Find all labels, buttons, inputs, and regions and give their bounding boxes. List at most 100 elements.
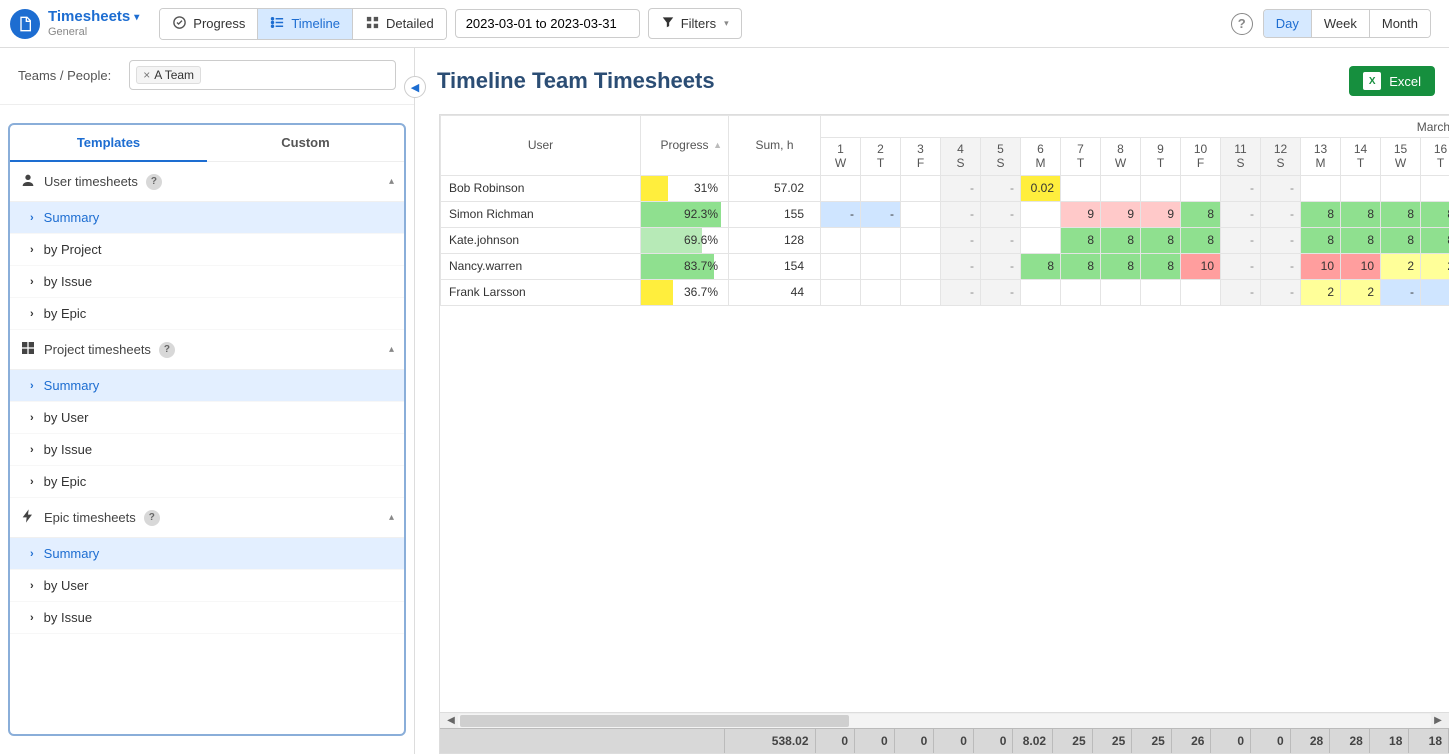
day-cell[interactable] bbox=[1421, 175, 1449, 201]
day-button[interactable]: Day bbox=[1264, 10, 1312, 37]
user-cell[interactable]: Bob Robinson bbox=[441, 175, 641, 201]
day-cell[interactable] bbox=[1301, 175, 1341, 201]
template-item[interactable]: ›by Issue bbox=[10, 266, 404, 298]
day-cell[interactable]: - bbox=[1261, 201, 1301, 227]
day-cell[interactable]: - bbox=[941, 253, 981, 279]
day-cell[interactable]: - bbox=[1261, 227, 1301, 253]
timeline-view-button[interactable]: Timeline bbox=[258, 9, 353, 39]
day-header[interactable]: 15W bbox=[1381, 138, 1421, 176]
template-item[interactable]: ›by Epic bbox=[10, 298, 404, 330]
scroll-left-icon[interactable]: ◀ bbox=[444, 715, 458, 726]
day-cell[interactable]: 8 bbox=[1421, 227, 1449, 253]
day-cell[interactable]: 8 bbox=[1101, 227, 1141, 253]
date-range-input[interactable] bbox=[455, 9, 640, 38]
template-item[interactable]: ›by User bbox=[10, 402, 404, 434]
day-cell[interactable] bbox=[1021, 227, 1061, 253]
user-cell[interactable]: Kate.johnson bbox=[441, 227, 641, 253]
day-header[interactable]: 7T bbox=[1061, 138, 1101, 176]
help-button[interactable]: ? bbox=[1231, 13, 1253, 35]
day-cell[interactable] bbox=[821, 227, 861, 253]
day-cell[interactable] bbox=[861, 253, 901, 279]
user-cell[interactable]: Frank Larsson bbox=[441, 279, 641, 305]
day-cell[interactable] bbox=[1021, 279, 1061, 305]
day-cell[interactable]: - bbox=[1221, 201, 1261, 227]
day-cell[interactable]: - bbox=[941, 279, 981, 305]
teams-input[interactable]: × A Team bbox=[129, 60, 396, 90]
day-cell[interactable] bbox=[861, 175, 901, 201]
template-item[interactable]: ›by Issue bbox=[10, 602, 404, 634]
template-item[interactable]: ›Summary bbox=[10, 370, 404, 402]
day-cell[interactable]: 10 bbox=[1341, 253, 1381, 279]
template-item[interactable]: ›by Epic bbox=[10, 466, 404, 498]
filters-button[interactable]: Filters ▾ bbox=[648, 8, 742, 39]
template-item[interactable]: ›by User bbox=[10, 570, 404, 602]
horizontal-scrollbar[interactable]: ◀ ▶ bbox=[440, 712, 1449, 728]
day-cell[interactable]: - bbox=[941, 175, 981, 201]
day-header[interactable]: 4S bbox=[941, 138, 981, 176]
day-cell[interactable] bbox=[1181, 175, 1221, 201]
user-cell[interactable]: Nancy.warren bbox=[441, 253, 641, 279]
remove-tag-icon[interactable]: × bbox=[143, 68, 150, 82]
day-cell[interactable]: 8 bbox=[1301, 201, 1341, 227]
day-cell[interactable]: - bbox=[861, 201, 901, 227]
help-icon[interactable]: ? bbox=[144, 510, 160, 526]
day-cell[interactable]: - bbox=[1221, 253, 1261, 279]
help-icon[interactable]: ? bbox=[146, 174, 162, 190]
day-header[interactable]: 2T bbox=[861, 138, 901, 176]
day-cell[interactable] bbox=[1101, 279, 1141, 305]
day-cell[interactable]: - bbox=[1381, 279, 1421, 305]
export-excel-button[interactable]: X Excel bbox=[1349, 66, 1435, 96]
day-cell[interactable] bbox=[901, 201, 941, 227]
user-cell[interactable]: Simon Richman bbox=[441, 201, 641, 227]
day-cell[interactable]: - bbox=[981, 279, 1021, 305]
collapse-sidebar-button[interactable]: ◀ bbox=[404, 76, 426, 98]
col-user[interactable]: User bbox=[441, 116, 641, 176]
day-header[interactable]: 10F bbox=[1181, 138, 1221, 176]
day-cell[interactable]: 8 bbox=[1141, 253, 1181, 279]
day-cell[interactable] bbox=[1141, 175, 1181, 201]
day-cell[interactable]: 8 bbox=[1381, 227, 1421, 253]
day-header[interactable]: 14T bbox=[1341, 138, 1381, 176]
day-cell[interactable] bbox=[1061, 279, 1101, 305]
day-cell[interactable]: 8 bbox=[1061, 253, 1101, 279]
day-cell[interactable]: - bbox=[981, 175, 1021, 201]
template-item[interactable]: ›Summary bbox=[10, 538, 404, 570]
day-cell[interactable]: - bbox=[941, 201, 981, 227]
day-cell[interactable] bbox=[901, 227, 941, 253]
day-cell[interactable]: - bbox=[1261, 279, 1301, 305]
day-cell[interactable]: 8 bbox=[1141, 227, 1181, 253]
col-progress[interactable]: Progress▲ bbox=[641, 116, 729, 176]
day-header[interactable]: 8W bbox=[1101, 138, 1141, 176]
day-cell[interactable]: - bbox=[981, 253, 1021, 279]
day-header[interactable]: 6M bbox=[1021, 138, 1061, 176]
day-cell[interactable] bbox=[821, 253, 861, 279]
day-cell[interactable]: 8 bbox=[1421, 201, 1449, 227]
day-cell[interactable]: 2 bbox=[1421, 253, 1449, 279]
template-item[interactable]: ›by Issue bbox=[10, 434, 404, 466]
day-cell[interactable]: - bbox=[821, 201, 861, 227]
tab-custom[interactable]: Custom bbox=[207, 125, 404, 162]
week-button[interactable]: Week bbox=[1312, 10, 1370, 37]
help-icon[interactable]: ? bbox=[159, 342, 175, 358]
day-header[interactable]: 9T bbox=[1141, 138, 1181, 176]
day-cell[interactable]: 9 bbox=[1101, 201, 1141, 227]
day-cell[interactable]: - bbox=[1261, 253, 1301, 279]
day-cell[interactable]: - bbox=[1221, 175, 1261, 201]
day-cell[interactable]: - bbox=[981, 201, 1021, 227]
day-cell[interactable]: 8 bbox=[1341, 227, 1381, 253]
day-cell[interactable] bbox=[901, 279, 941, 305]
tab-templates[interactable]: Templates bbox=[10, 125, 207, 162]
col-sum[interactable]: Sum, h bbox=[729, 116, 821, 176]
progress-view-button[interactable]: Progress bbox=[160, 9, 258, 39]
day-cell[interactable] bbox=[1181, 279, 1221, 305]
day-header[interactable]: 5S bbox=[981, 138, 1021, 176]
day-cell[interactable]: - bbox=[941, 227, 981, 253]
day-cell[interactable] bbox=[901, 253, 941, 279]
scroll-right-icon[interactable]: ▶ bbox=[1431, 715, 1445, 726]
day-cell[interactable]: 8 bbox=[1341, 201, 1381, 227]
detailed-view-button[interactable]: Detailed bbox=[353, 9, 446, 39]
day-cell[interactable] bbox=[861, 279, 901, 305]
day-cell[interactable] bbox=[1061, 175, 1101, 201]
day-cell[interactable]: 9 bbox=[1141, 201, 1181, 227]
day-cell[interactable]: 8 bbox=[1181, 201, 1221, 227]
